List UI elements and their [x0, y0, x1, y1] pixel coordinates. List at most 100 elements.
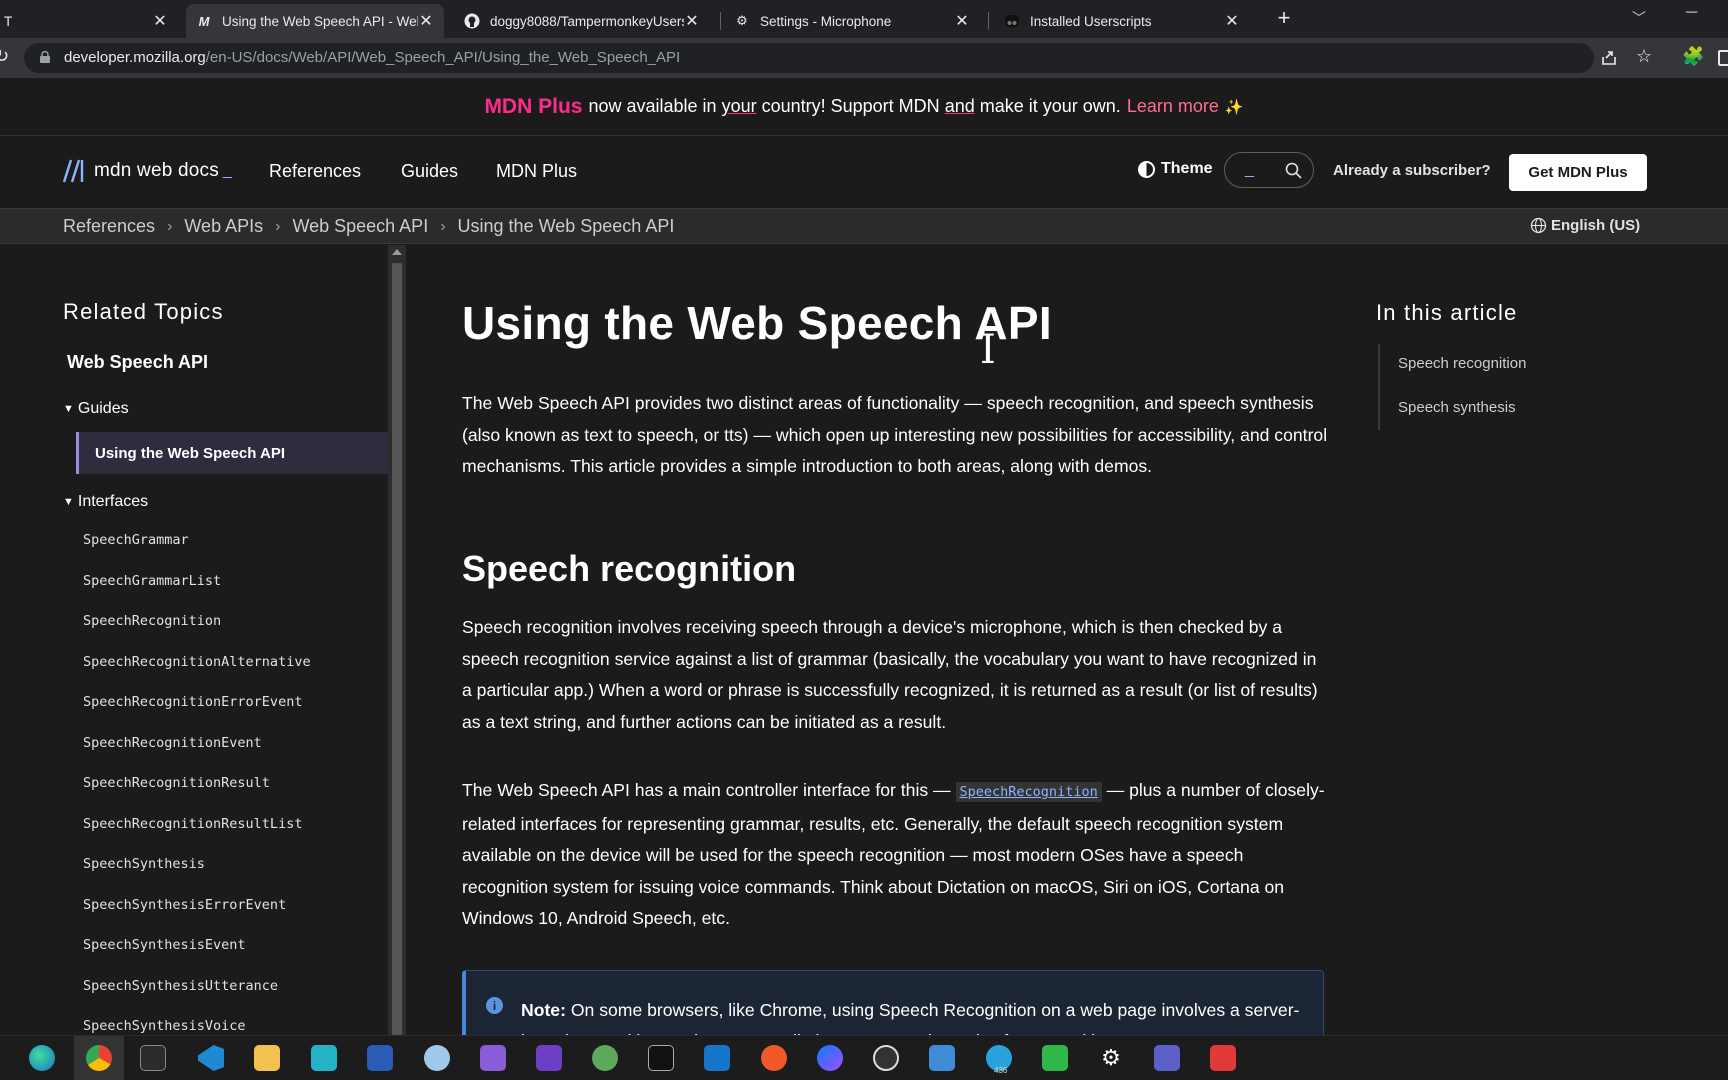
sidebar-item-interface[interactable]: SpeechSynthesisVoice — [83, 1018, 246, 1034]
already-subscriber-link[interactable]: Already a subscriber? — [1333, 162, 1491, 179]
url-text[interactable]: developer.mozilla.org/en-US/docs/Web/API… — [64, 49, 680, 66]
minimize-icon[interactable]: ─ — [1686, 4, 1697, 22]
banner-brand: MDN Plus — [484, 94, 583, 118]
obs-icon[interactable] — [873, 1045, 899, 1071]
group-label: Guides — [77, 400, 129, 417]
terminal-window-icon[interactable] — [648, 1045, 674, 1071]
breadcrumb-item[interactable]: Web APIs — [184, 216, 263, 237]
visual-studio-preview-icon[interactable] — [536, 1045, 562, 1071]
paragraph-text: — plus a number of closely-related inter… — [462, 780, 1325, 929]
breadcrumb-item[interactable]: References — [63, 216, 155, 237]
extensions-puzzle-icon[interactable]: 🧩 — [1682, 46, 1704, 67]
chrome-icon[interactable] — [86, 1045, 112, 1071]
sidebar-api-title[interactable]: Web Speech API — [67, 352, 208, 373]
search-input[interactable]: _ — [1224, 152, 1314, 188]
note-callout: i Note: On some browsers, like Chrome, u… — [462, 970, 1324, 1051]
messenger-icon[interactable] — [817, 1045, 843, 1071]
sidebar-item-interface[interactable]: SpeechGrammar — [83, 532, 189, 548]
sidebar-group-guides[interactable]: ▼ Guides — [63, 400, 129, 418]
sidebar-item-interface[interactable]: SpeechSynthesis — [83, 856, 205, 872]
teams-icon[interactable] — [1154, 1045, 1180, 1071]
controller-paragraph: The Web Speech API has a main controller… — [462, 775, 1328, 935]
sidebar-item-active[interactable]: Using the Web Speech API — [76, 432, 388, 474]
camtasia-icon[interactable] — [1042, 1045, 1068, 1071]
github-icon — [464, 13, 480, 29]
search-icon[interactable] — [1285, 162, 1302, 179]
theme-button[interactable]: Theme — [1138, 160, 1213, 178]
close-icon[interactable]: ✕ — [418, 13, 434, 30]
banner-text: country! Support MDN — [761, 96, 940, 116]
notes-icon[interactable] — [929, 1045, 955, 1071]
toc-item[interactable]: Speech recognition — [1398, 355, 1526, 372]
triangle-down-icon: ▼ — [63, 496, 74, 508]
language-switcher[interactable]: English (US) — [1530, 217, 1640, 234]
banner-text: now available in — [588, 96, 717, 116]
sidebar-item-interface[interactable]: SpeechSynthesisEvent — [83, 937, 246, 953]
nav-mdn-plus[interactable]: MDN Plus — [496, 161, 577, 182]
tab-mdn[interactable]: M Using the Web Speech API - Web ✕ — [186, 4, 444, 38]
sidebar-item-interface[interactable]: SpeechSynthesisUtterance — [83, 978, 278, 994]
outlook-icon[interactable] — [704, 1045, 730, 1071]
sidebar-item-interface[interactable]: SpeechRecognitionErrorEvent — [83, 694, 302, 710]
search-caret: _ — [1245, 161, 1254, 178]
sidebar-scrollbar[interactable] — [388, 245, 406, 1035]
close-icon[interactable]: ✕ — [684, 13, 700, 30]
toc-item[interactable]: Speech synthesis — [1398, 399, 1516, 416]
side-panel-icon[interactable] — [1718, 50, 1728, 66]
settings-icon[interactable]: ⚙ — [1098, 1045, 1124, 1071]
logo-text: mdn web docs — [94, 160, 219, 181]
new-tab-button[interactable]: + — [1272, 5, 1296, 30]
tampermonkey-icon — [1004, 13, 1020, 29]
learn-more-link[interactable]: Learn more — [1127, 96, 1219, 117]
reload-icon[interactable]: ↻ — [0, 46, 9, 67]
sparkle-icon: ✨ — [1224, 98, 1244, 116]
sidebar-item-interface[interactable]: SpeechRecognition — [83, 613, 221, 629]
get-mdn-plus-button[interactable]: Get MDN Plus — [1509, 154, 1647, 191]
recorder-icon[interactable] — [1210, 1045, 1236, 1071]
close-icon[interactable]: ✕ — [954, 13, 970, 30]
powershell-icon[interactable] — [367, 1045, 393, 1071]
app-orange-icon[interactable] — [761, 1045, 787, 1071]
close-icon[interactable]: ✕ — [1224, 13, 1240, 30]
sidebar-group-interfaces[interactable]: ▼ Interfaces — [63, 493, 148, 511]
section-heading[interactable]: Speech recognition — [462, 548, 796, 590]
sidebar-item-interface[interactable]: SpeechGrammarList — [83, 573, 221, 589]
breadcrumb-separator-icon: › — [167, 217, 173, 235]
scroll-up-arrow-icon[interactable] — [392, 249, 402, 255]
nav-guides[interactable]: Guides — [401, 161, 458, 182]
banner-text: and — [944, 96, 975, 116]
edge-icon[interactable] — [29, 1045, 55, 1071]
breadcrumb-item[interactable]: Web Speech API — [292, 216, 428, 237]
mdn-logo-icon — [62, 159, 84, 183]
share-icon[interactable] — [1600, 49, 1618, 67]
visual-studio-icon[interactable] — [480, 1045, 506, 1071]
sidebar-item-interface[interactable]: SpeechRecognitionAlternative — [83, 654, 311, 670]
mdn-plus-banner: MDN Plus now available in your country! … — [0, 78, 1728, 136]
scrollbar-thumb[interactable] — [392, 263, 402, 1035]
nav-references[interactable]: References — [269, 161, 361, 182]
paint-icon[interactable] — [424, 1045, 450, 1071]
bookmark-star-icon[interactable]: ☆ — [1636, 46, 1652, 67]
sidebar-item-interface[interactable]: SpeechRecognitionResultList — [83, 816, 302, 832]
breadcrumb-item-current[interactable]: Using the Web Speech API — [458, 216, 675, 237]
address-bar[interactable]: developer.mozilla.org/en-US/docs/Web/API… — [24, 43, 1594, 73]
windows-taskbar: ⚙ 436 — [0, 1035, 1728, 1080]
sidebar-item-interface[interactable]: SpeechSynthesisErrorEvent — [83, 897, 286, 913]
terminal-icon[interactable] — [140, 1045, 166, 1071]
tab-search-chevron-icon[interactable]: ﹀ — [1632, 8, 1646, 28]
xbox-icon[interactable] — [592, 1045, 618, 1071]
file-explorer-icon[interactable] — [254, 1045, 280, 1071]
sidebar-item-interface[interactable]: SpeechRecognitionEvent — [83, 735, 262, 751]
breadcrumb-separator-icon: › — [440, 217, 446, 235]
speechrecognition-link[interactable]: SpeechRecognition — [955, 782, 1102, 802]
tab-userscripts[interactable]: Installed Userscripts ✕ — [994, 4, 1250, 38]
app-icon[interactable] — [311, 1045, 337, 1071]
tab-partial[interactable]: T ✕ — [0, 4, 178, 38]
sidebar-item-interface[interactable]: SpeechRecognitionResult — [83, 775, 270, 791]
vscode-icon[interactable] — [198, 1045, 224, 1071]
mdn-logo[interactable]: mdn web docs _ — [62, 158, 232, 184]
tab-settings[interactable]: ⚙ Settings - Microphone ✕ — [724, 4, 980, 38]
tab-github[interactable]: doggy8088/TampermonkeyUsers ✕ — [454, 4, 710, 38]
theme-contrast-icon — [1138, 160, 1155, 178]
close-icon[interactable]: ✕ — [152, 13, 168, 30]
